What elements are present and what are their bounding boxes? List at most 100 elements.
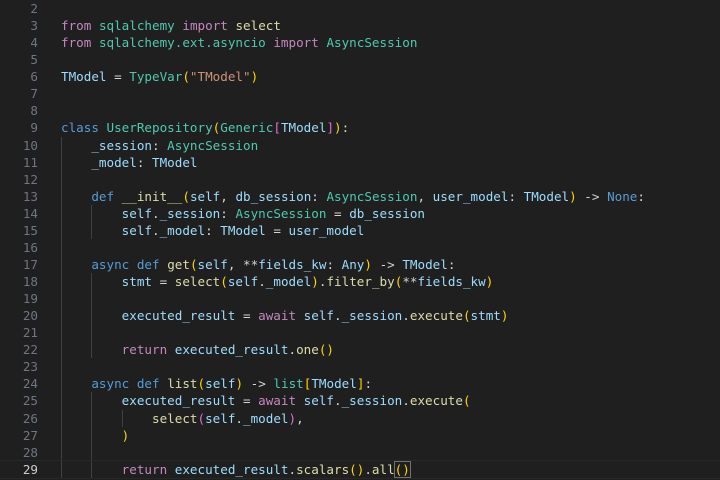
code-token: , bbox=[227, 256, 244, 272]
code-line[interactable]: 14 self._session: AsyncSession = db_sessi… bbox=[0, 205, 720, 222]
code-token: _session bbox=[91, 137, 152, 153]
code-token: = bbox=[235, 393, 259, 409]
code-token: ] bbox=[326, 120, 335, 136]
code-text: TModel = TypeVar("TModel") bbox=[61, 68, 258, 85]
indent-guide bbox=[91, 273, 121, 290]
code-token: ( bbox=[462, 308, 471, 324]
code-token: self bbox=[303, 393, 334, 409]
indent-guide bbox=[91, 290, 121, 307]
indent-guide bbox=[91, 222, 121, 239]
code-line[interactable]: 26 select(self._model), bbox=[0, 410, 720, 427]
line-number: 18 bbox=[22, 274, 38, 289]
code-line[interactable]: 3 from sqlalchemy import select bbox=[0, 17, 720, 34]
code-token: ( bbox=[189, 256, 198, 272]
code-token: class bbox=[61, 120, 99, 136]
code-line[interactable]: 2 bbox=[0, 0, 720, 17]
line-number: 28 bbox=[22, 444, 38, 460]
code-token: : bbox=[152, 137, 168, 153]
code-line[interactable]: 29 return executed_result.scalars().all() bbox=[0, 459, 720, 479]
code-line[interactable]: 6 TModel = TypeVar("TModel") bbox=[0, 68, 720, 85]
code-line[interactable]: 12 bbox=[0, 171, 720, 188]
code-line[interactable]: 8 bbox=[0, 102, 720, 119]
code-line[interactable]: 4 from sqlalchemy.ext.asyncio import Asyn… bbox=[0, 34, 720, 51]
line-number: 15 bbox=[22, 222, 38, 238]
code-token: ) bbox=[500, 308, 509, 324]
code-line[interactable]: 25 executed_result = await self._session.… bbox=[0, 392, 720, 409]
code-token: ) bbox=[334, 120, 342, 136]
code-line[interactable]: 17 async def get(self, **fields_kw: Any) … bbox=[0, 256, 720, 273]
indent-guide bbox=[61, 222, 91, 239]
code-line[interactable]: 23 bbox=[0, 358, 720, 375]
line-number: 7 bbox=[30, 86, 38, 102]
code-token: await bbox=[258, 308, 297, 324]
indent-guide bbox=[91, 341, 121, 358]
code-token: TModel bbox=[152, 154, 198, 170]
code-line[interactable]: 16 bbox=[0, 239, 720, 256]
indent-guide bbox=[91, 410, 121, 427]
code-token: sqlalchemy bbox=[98, 18, 175, 34]
code-token: TModel bbox=[523, 188, 570, 204]
code-token: fields_kw bbox=[258, 256, 327, 272]
code-text bbox=[61, 324, 122, 341]
code-token: sqlalchemy.ext.asyncio bbox=[98, 35, 266, 51]
code-line[interactable]: 28 bbox=[0, 444, 720, 461]
line-number: 22 bbox=[22, 342, 38, 358]
code-token: list bbox=[167, 376, 198, 392]
code-token: _session bbox=[159, 205, 221, 221]
code-token: . bbox=[258, 274, 266, 289]
indent-guide bbox=[61, 358, 91, 375]
code-token: TModel bbox=[280, 120, 327, 136]
code-line[interactable]: 11 _model: TModel bbox=[0, 154, 720, 171]
code-line[interactable]: 9 class UserRepository(Generic[TModel]): bbox=[0, 119, 720, 136]
code-text bbox=[61, 171, 91, 188]
code-line[interactable]: 13 def __init__(self, db_session: AsyncSe… bbox=[0, 188, 720, 205]
code-token: executed_result bbox=[121, 393, 236, 409]
code-token: executed_result bbox=[121, 308, 236, 324]
line-number: 6 bbox=[30, 69, 38, 85]
code-line[interactable]: 21 bbox=[0, 324, 720, 341]
line-number: 25 bbox=[22, 393, 38, 409]
line-number: 27 bbox=[22, 427, 38, 443]
code-line[interactable]: 18 stmt = select(self._model).filter_by(*… bbox=[0, 273, 720, 290]
code-line[interactable]: 22 return executed_result.one() bbox=[0, 341, 720, 358]
code-token: filter_by bbox=[326, 274, 395, 289]
code-token: _model bbox=[243, 410, 289, 426]
code-token: , bbox=[417, 188, 433, 204]
code-line[interactable]: 19 bbox=[0, 290, 720, 307]
code-token: . bbox=[288, 461, 297, 477]
code-token: ** bbox=[402, 274, 418, 289]
code-token: AsyncSession bbox=[235, 205, 327, 221]
code-line[interactable]: 27) bbox=[0, 427, 720, 444]
code-token: self bbox=[121, 205, 152, 221]
code-line[interactable]: 10 _session: AsyncSession bbox=[0, 137, 720, 154]
code-text bbox=[61, 358, 91, 375]
code-token: () bbox=[318, 342, 334, 358]
code-text: return executed_result.one() bbox=[61, 341, 334, 358]
code-token: : bbox=[205, 222, 221, 238]
indent-guide bbox=[61, 188, 91, 205]
code-token: AsyncSession bbox=[167, 137, 259, 153]
code-line[interactable]: 20 executed_result = await self._session.… bbox=[0, 307, 720, 324]
line-number: 13 bbox=[22, 188, 38, 204]
code-line[interactable]: 7 bbox=[0, 85, 720, 102]
code-text: async def get(self, **fields_kw: Any) ->… bbox=[61, 256, 455, 273]
indent-guide bbox=[61, 375, 91, 392]
indent-guide bbox=[61, 239, 91, 256]
indent-guide bbox=[91, 324, 121, 341]
indent-guide bbox=[61, 392, 91, 409]
code-token: -> bbox=[371, 256, 403, 272]
code-editor[interactable]: 2 3 from sqlalchemy import select 4 from sql… bbox=[0, 0, 720, 480]
code-token: () bbox=[349, 461, 365, 477]
code-line[interactable]: 5 bbox=[0, 51, 720, 68]
indent-guide bbox=[91, 205, 121, 222]
code-token: : bbox=[364, 376, 373, 392]
code-line[interactable]: 24 async def list(self) -> list[TModel]: bbox=[0, 375, 720, 392]
code-token: one bbox=[296, 342, 319, 358]
code-text: select(self._model), bbox=[61, 410, 304, 427]
code-token: -> bbox=[576, 188, 608, 204]
code-token: ) bbox=[235, 376, 244, 392]
code-line[interactable]: 15 self._model: TModel = user_model bbox=[0, 222, 720, 239]
code-token: import bbox=[273, 35, 319, 51]
